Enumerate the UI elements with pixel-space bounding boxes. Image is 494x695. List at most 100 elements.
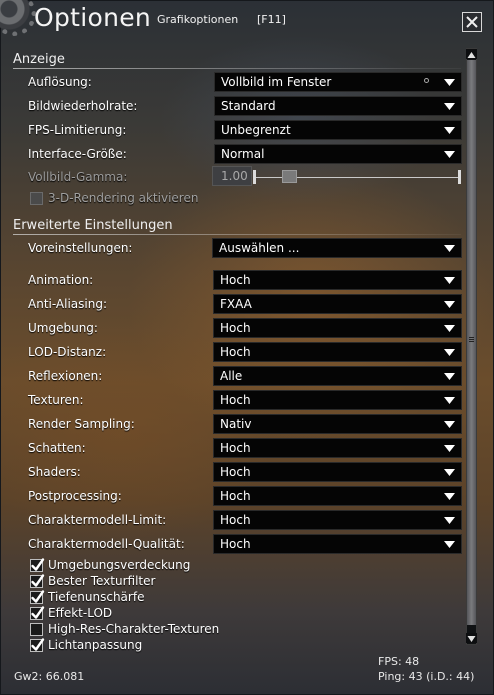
chevron-down-icon [444,277,455,284]
dropdown-value: Hoch [220,345,251,359]
advanced-checkbox[interactable] [30,558,45,572]
advanced-row-dropdown[interactable]: Hoch [213,318,462,338]
preset-value: Auswählen ... [219,241,300,255]
dropdown-value: Hoch [220,273,251,287]
checkmark-icon [31,558,45,571]
chevron-down-icon [444,301,455,308]
scroll-up-button[interactable] [466,49,477,59]
advanced-row-dropdown[interactable]: Hoch [213,462,462,482]
advanced-row-label: Animation: [28,273,94,287]
advanced-checkbox-label: Bester Texturfilter [48,574,156,588]
advanced-row-dropdown[interactable]: Hoch [213,438,462,458]
dropdown-value: Alle [220,369,243,383]
gear-icon [0,0,36,36]
display-row-dropdown[interactable]: Standard [214,96,462,116]
advanced-row-label: Texturen: [28,393,84,407]
advanced-checkbox[interactable] [30,638,45,652]
dropdown-value: Hoch [220,537,251,551]
advanced-row-label: Anti-Aliasing: [28,297,108,311]
advanced-checkbox-label: Effekt-LOD [48,606,113,620]
advanced-row-dropdown[interactable]: Hoch [213,342,462,362]
checkmark-icon [31,638,45,651]
preset-label: Voreinstellungen: [28,241,133,255]
dropdown-value: Hoch [220,513,251,527]
dropdown-value: Normal [221,147,265,161]
chevron-down-icon [444,127,455,134]
advanced-row-dropdown[interactable]: Hoch [213,270,462,290]
fps-counter: FPS: 48 [378,655,420,668]
advanced-row-label: Reflexionen: [28,369,103,383]
advanced-section-divider [13,234,461,235]
checkmark-icon [31,574,45,587]
advanced-row-label: Schatten: [28,441,86,455]
dropdown-value: Hoch [220,321,251,335]
dropdown-value: Hoch [220,465,251,479]
chevron-down-icon [444,493,455,500]
advanced-row-dropdown[interactable]: Hoch [213,486,462,506]
advanced-row-dropdown[interactable]: Alle [213,366,462,386]
close-button[interactable] [462,12,482,32]
display-row-dropdown[interactable]: Normal [214,144,462,164]
display-section-divider [13,68,461,69]
advanced-row-label: Charaktermodell-Limit: [28,513,167,527]
gamma-value-field[interactable]: 1.00 [212,166,252,186]
chevron-down-icon [444,325,455,332]
advanced-checkbox[interactable] [30,623,43,636]
gamma-slider-max-cap [458,170,461,184]
render3d-checkbox[interactable] [30,192,43,205]
advanced-checkbox-label: High-Res-Charakter-Texturen [48,622,220,636]
chevron-down-icon [444,79,455,86]
checkmark-icon [31,590,45,603]
chevron-down-icon [444,349,455,356]
advanced-section-header: Erweiterte Einstellungen [13,218,173,233]
chevron-down-icon [444,397,455,404]
dropdown-value: Hoch [220,489,251,503]
display-row-dropdown[interactable]: Vollbild im Fenster [214,72,462,92]
display-row-label: FPS-Limitierung: [28,123,127,137]
chevron-down-icon [444,151,455,158]
chevron-down-icon [444,421,455,428]
advanced-checkbox[interactable] [30,606,45,620]
gamma-label: Vollbild-Gamma: [28,170,128,184]
scrollbar-grip [469,337,474,343]
chevron-down-icon [444,469,455,476]
arrow-up-icon [467,52,476,58]
gamma-slider-min-cap [253,170,256,184]
chevron-down-icon [444,445,455,452]
dropdown-value: Hoch [220,441,251,455]
dropdown-value: Unbegrenzt [221,123,291,137]
chevron-down-icon [444,245,455,252]
close-icon [466,16,478,28]
advanced-row-dropdown[interactable]: FXAA [213,294,462,314]
advanced-checkbox[interactable] [30,590,45,604]
gamma-slider-thumb[interactable] [282,170,297,183]
advanced-row-label: Shaders: [28,465,81,479]
advanced-row-label: Render Sampling: [28,417,135,431]
scroll-down-button[interactable] [466,633,477,643]
advanced-row-dropdown[interactable]: Hoch [213,390,462,410]
advanced-checkbox[interactable] [30,574,45,588]
advanced-checkbox-label: Umgebungsverdeckung [48,558,191,572]
chevron-down-icon [444,373,455,380]
advanced-row-label: LOD-Distanz: [28,345,107,359]
dropdown-value: Hoch [220,393,251,407]
advanced-row-dropdown[interactable]: Nativ [213,414,462,434]
advanced-row-label: Postprocessing: [28,489,122,503]
advanced-row-dropdown[interactable]: Hoch [213,510,462,530]
advanced-checkbox-label: Tiefenunschärfe [48,590,145,604]
advanced-row-label: Umgebung: [28,321,98,335]
display-row-label: Bildwiederholrate: [28,99,138,113]
checkmark-icon [31,606,45,619]
display-row-label: Auflösung: [28,75,92,89]
display-row-dropdown[interactable]: Unbegrenzt [214,120,462,140]
preset-dropdown[interactable]: Auswählen ... [212,238,462,258]
advanced-row-label: Charaktermodell-Qualität: [28,537,185,551]
display-section-header: Anzeige [13,52,65,67]
ping-counter: Ping: 43 (i.D.: 44) [378,670,475,683]
fullscreen-indicator-icon [424,78,429,83]
advanced-row-dropdown[interactable]: Hoch [213,534,462,554]
dropdown-value: Nativ [220,417,252,431]
window-subtitle: Grafikoptionen [157,13,239,26]
chevron-down-icon [444,541,455,548]
dropdown-value: Vollbild im Fenster [221,75,332,89]
